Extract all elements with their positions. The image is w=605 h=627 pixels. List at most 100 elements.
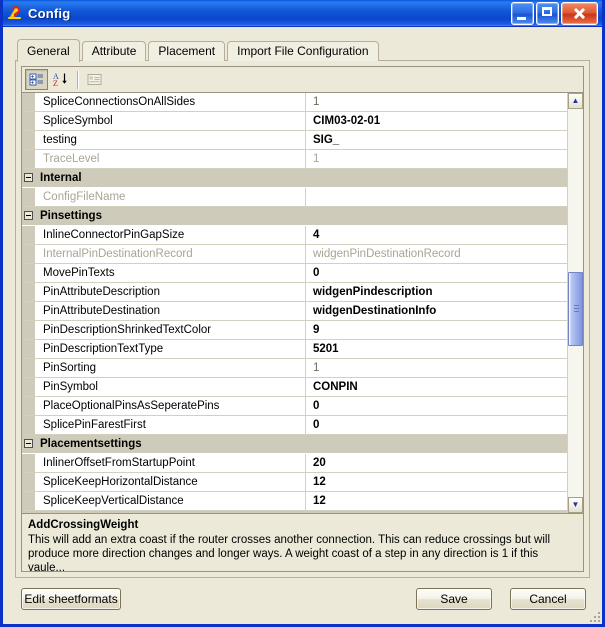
scrollbar-thumb[interactable]	[568, 272, 583, 346]
property-row[interactable]: PinDescriptionShrinkedTextColor9	[22, 321, 567, 340]
property-row[interactable]: PinSorting1	[22, 359, 567, 378]
property-row[interactable]: PinDescriptionTextType5201	[22, 340, 567, 359]
row-gutter	[22, 359, 36, 377]
property-row[interactable]: InlinerOffsetFromStartupPoint20	[22, 454, 567, 473]
property-value[interactable]: widgenPindescription	[306, 283, 567, 301]
property-value[interactable]: 12	[306, 492, 567, 510]
cancel-button[interactable]: Cancel	[510, 588, 586, 610]
property-row[interactable]: PinAttributeDescriptionwidgenPindescript…	[22, 283, 567, 302]
property-value[interactable]: 12	[306, 473, 567, 491]
minimize-button[interactable]	[511, 2, 534, 25]
property-row[interactable]: InlineConnectorPinGapSize4	[22, 226, 567, 245]
tab-strip: General Attribute Placement Import File …	[17, 39, 590, 61]
property-row[interactable]: TraceLevel1	[22, 150, 567, 169]
property-name[interactable]: SplicePinFarestFirst	[36, 416, 306, 434]
property-row[interactable]: SpliceSymbolCIM03-02-01	[22, 112, 567, 131]
property-name[interactable]: TraceLevel	[36, 150, 306, 168]
property-row[interactable]: PlaceOptionalPinsAsSeperatePins0	[22, 397, 567, 416]
tab-import-file-configuration[interactable]: Import File Configuration	[227, 41, 378, 61]
property-name[interactable]: InlineConnectorPinGapSize	[36, 226, 306, 244]
config-dialog-window: Config General Attribute Placement Impor…	[0, 0, 605, 627]
property-name[interactable]: PinSorting	[36, 359, 306, 377]
property-value[interactable]: 0	[306, 416, 567, 434]
property-name[interactable]: testing	[36, 131, 306, 149]
property-name[interactable]: SpliceKeepVerticalDistance	[36, 492, 306, 510]
property-name[interactable]: PlaceOptionalPinsAsSeperatePins	[36, 397, 306, 415]
property-value[interactable]: SIG_	[306, 131, 567, 149]
property-row[interactable]: InternalPinDestinationRecordwidgenPinDes…	[22, 245, 567, 264]
category-gutter	[22, 511, 36, 513]
property-name[interactable]: PinAttributeDescription	[36, 283, 306, 301]
tab-page-general: A Z	[15, 60, 590, 578]
scroll-up-button[interactable]: ▲	[568, 93, 583, 109]
tab-placement[interactable]: Placement	[148, 41, 225, 61]
property-name[interactable]: PinSymbol	[36, 378, 306, 396]
property-pages-button[interactable]	[83, 69, 106, 90]
title-bar[interactable]: Config	[3, 0, 602, 27]
property-value[interactable]: 0	[306, 397, 567, 415]
property-name[interactable]: ConfigFileName	[36, 188, 306, 206]
property-row[interactable]: SpliceConnectionsOnAllSides1	[22, 93, 567, 112]
property-name[interactable]: SpliceConnectionsOnAllSides	[36, 93, 306, 111]
property-name[interactable]: SpliceSymbol	[36, 112, 306, 130]
row-gutter	[22, 416, 36, 434]
scroll-up-icon: ▲	[572, 97, 580, 105]
property-rows[interactable]: SpliceConnectionsOnAllSides1SpliceSymbol…	[22, 93, 567, 513]
property-value[interactable]: CONPIN	[306, 378, 567, 396]
property-value[interactable]: CIM03-02-01	[306, 112, 567, 130]
property-name[interactable]: InlinerOffsetFromStartupPoint	[36, 454, 306, 472]
property-name[interactable]: InternalPinDestinationRecord	[36, 245, 306, 263]
collapse-icon[interactable]	[24, 439, 33, 448]
property-value[interactable]: 4	[306, 226, 567, 244]
row-gutter	[22, 245, 36, 263]
property-pages-icon	[87, 73, 102, 86]
category-label: Placementsettings	[36, 435, 567, 453]
property-row[interactable]: MovePinTexts0	[22, 264, 567, 283]
category-gutter	[22, 435, 36, 453]
tab-general[interactable]: General	[17, 39, 80, 62]
property-row[interactable]: SpliceKeepHorizontalDistance12	[22, 473, 567, 492]
property-category-row[interactable]: Pinsettings	[22, 207, 567, 226]
maximize-button[interactable]	[536, 2, 559, 25]
property-value[interactable]: widgenPinDestinationRecord	[306, 245, 567, 263]
categorized-view-button[interactable]	[25, 69, 48, 90]
row-gutter	[22, 226, 36, 244]
property-value[interactable]: 1	[306, 359, 567, 377]
scroll-down-button[interactable]: ▼	[568, 497, 583, 513]
property-name[interactable]: SpliceKeepHorizontalDistance	[36, 473, 306, 491]
property-value[interactable]: widgenDestinationInfo	[306, 302, 567, 320]
property-value[interactable]: 5201	[306, 340, 567, 358]
save-button[interactable]: Save	[416, 588, 492, 610]
property-name[interactable]: MovePinTexts	[36, 264, 306, 282]
property-row[interactable]: SplicePinFarestFirst0	[22, 416, 567, 435]
tab-attribute[interactable]: Attribute	[82, 41, 147, 61]
collapse-icon[interactable]	[24, 173, 33, 182]
property-value[interactable]	[306, 188, 567, 206]
property-row[interactable]: PinSymbolCONPIN	[22, 378, 567, 397]
property-row[interactable]: PinAttributeDestinationwidgenDestination…	[22, 302, 567, 321]
property-row[interactable]: testingSIG_	[22, 131, 567, 150]
property-value[interactable]: 0	[306, 264, 567, 282]
svg-text:Z: Z	[53, 79, 58, 87]
property-row[interactable]: ConfigFileName	[22, 188, 567, 207]
property-category-row[interactable]: Placementsettings	[22, 435, 567, 454]
property-name[interactable]: PinAttributeDestination	[36, 302, 306, 320]
property-name[interactable]: PinDescriptionTextType	[36, 340, 306, 358]
alphabetical-sort-button[interactable]: A Z	[49, 69, 72, 90]
property-category-row[interactable]: Routersettings	[22, 511, 567, 513]
row-gutter	[22, 378, 36, 396]
property-grid-scrollbar[interactable]: ▲ ▼	[567, 93, 583, 513]
property-value[interactable]: 9	[306, 321, 567, 339]
edit-sheetformats-button[interactable]: Edit sheetformats	[21, 588, 121, 610]
property-value[interactable]: 20	[306, 454, 567, 472]
row-gutter	[22, 397, 36, 415]
collapse-icon[interactable]	[24, 211, 33, 220]
close-button[interactable]	[561, 2, 598, 25]
property-name[interactable]: PinDescriptionShrinkedTextColor	[36, 321, 306, 339]
property-category-row[interactable]: Internal	[22, 169, 567, 188]
scrollbar-track[interactable]	[568, 109, 583, 497]
resize-grip[interactable]	[588, 610, 600, 622]
property-value[interactable]: 1	[306, 150, 567, 168]
property-value[interactable]: 1	[306, 93, 567, 111]
property-row[interactable]: SpliceKeepVerticalDistance12	[22, 492, 567, 511]
